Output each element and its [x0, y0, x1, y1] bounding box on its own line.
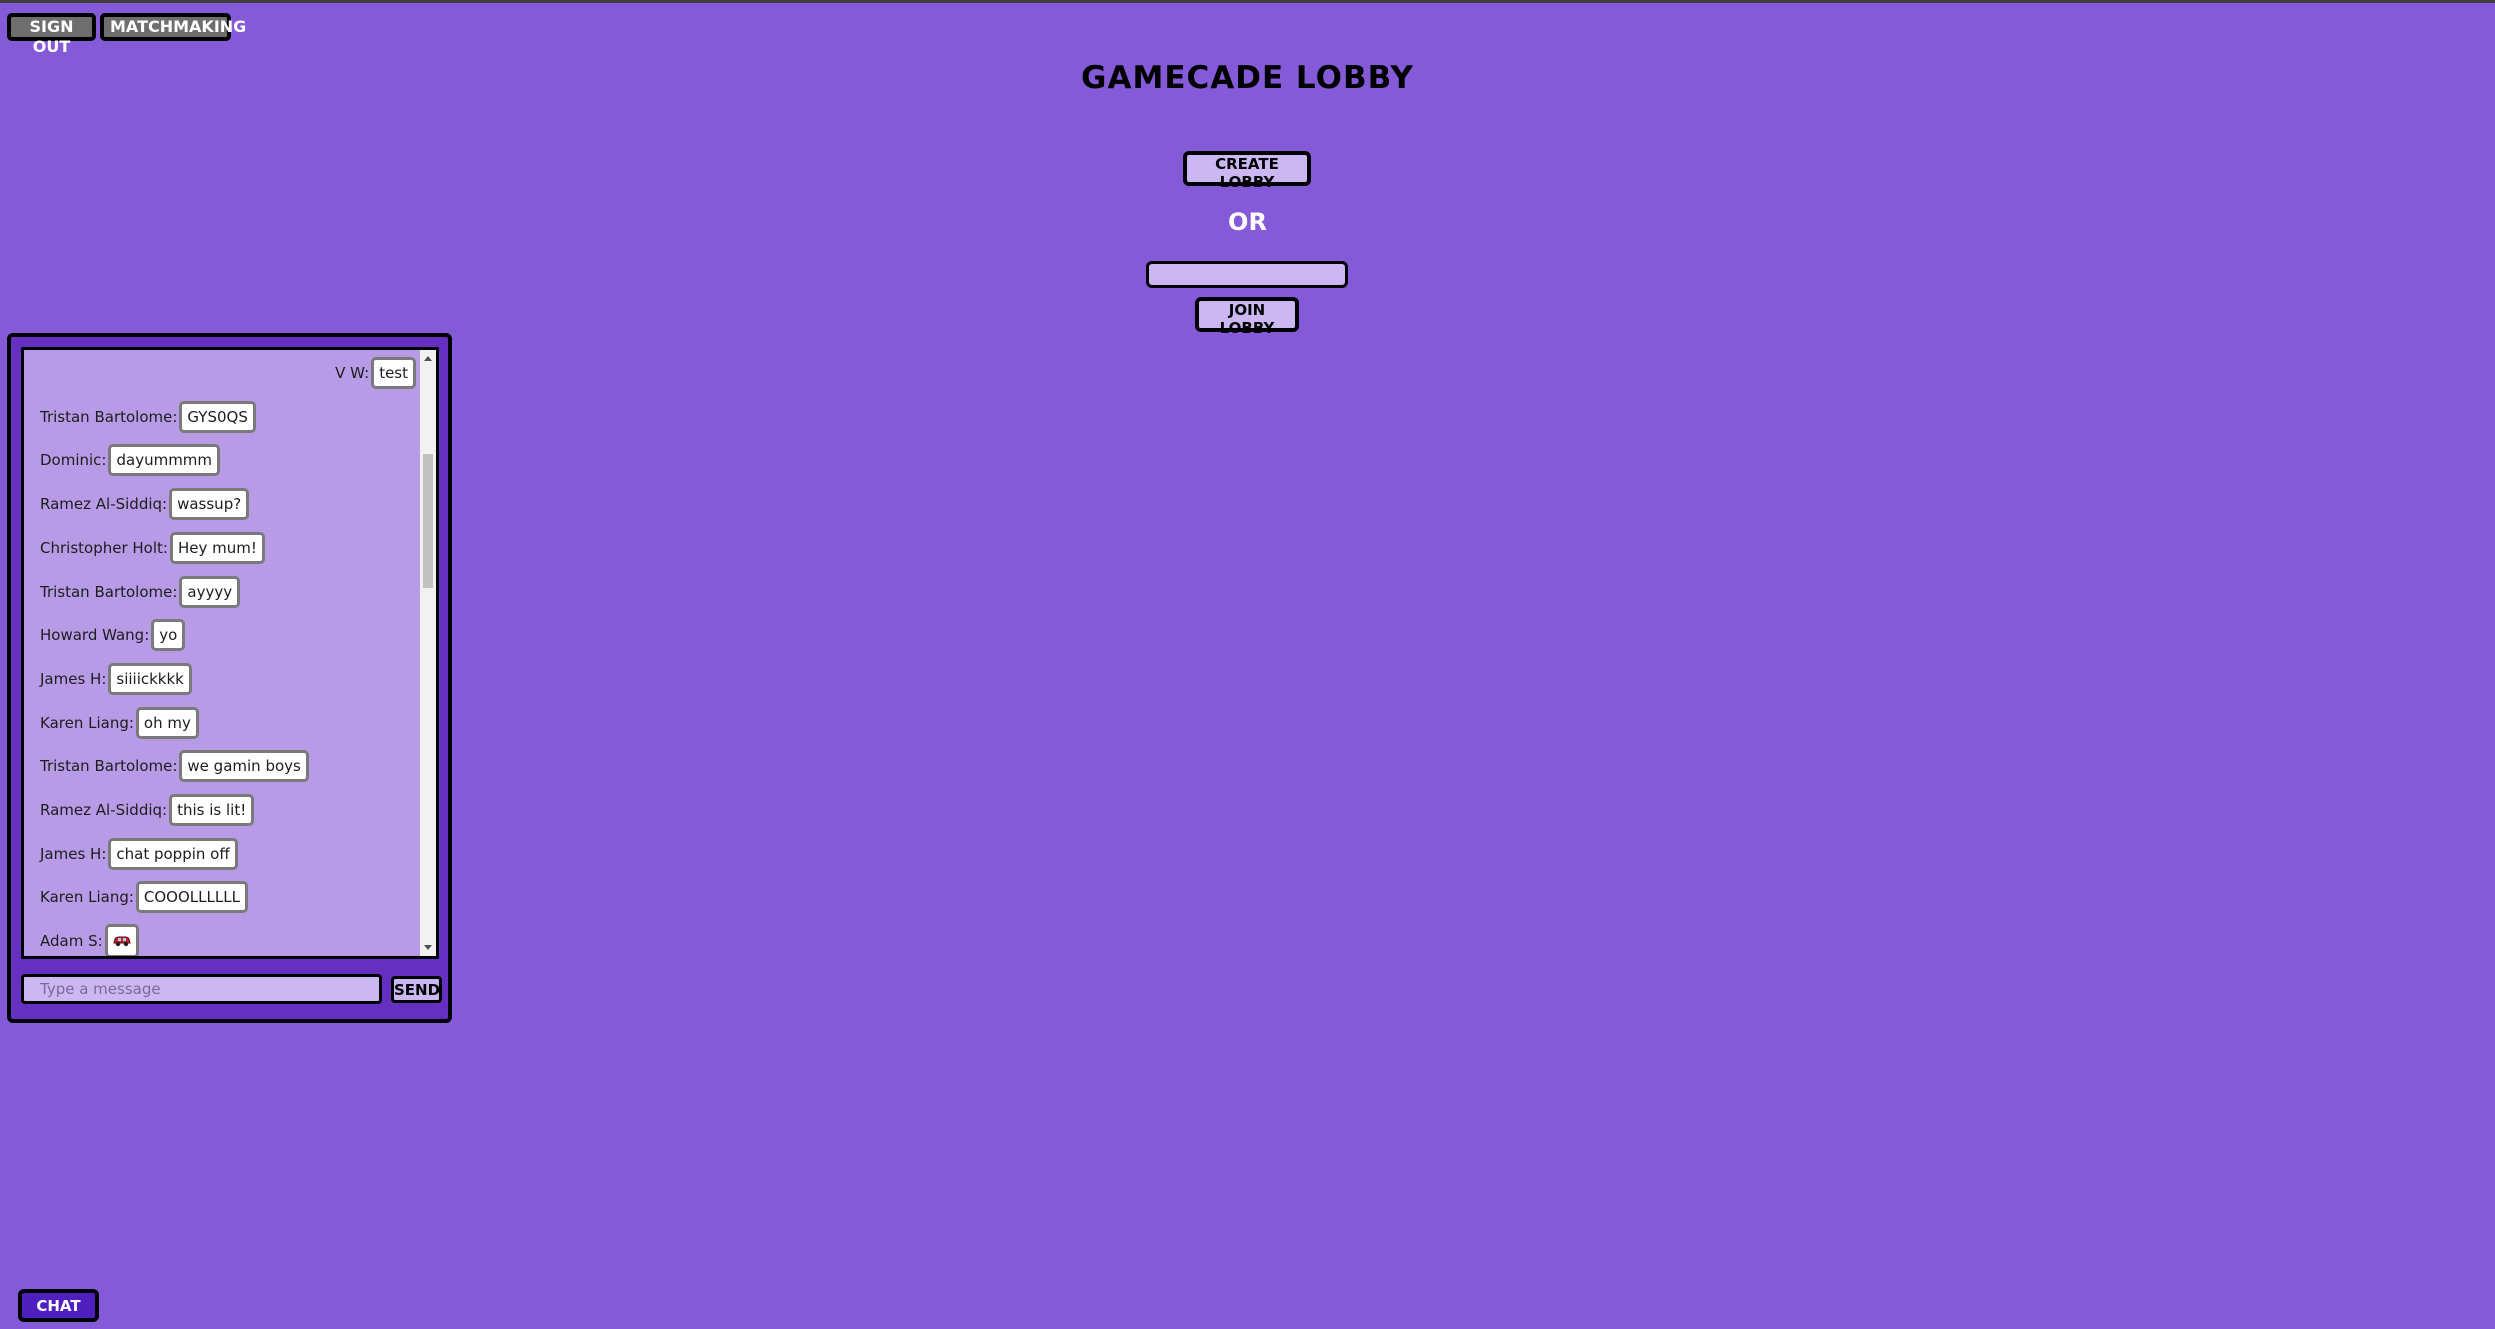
chat-message-text: oh my — [135, 706, 199, 739]
page-title: GAMECADE LOBBY — [1081, 60, 1414, 96]
chat-message-text: we gamin boys — [179, 750, 309, 783]
chat-message-author: Karen Liang: — [40, 888, 134, 907]
chat-message-emoji — [104, 924, 139, 956]
chat-message-text: test — [371, 357, 416, 389]
chat-message-text: siiiickkkk — [108, 662, 192, 695]
chat-message-row: Tristan Bartolome: GYS0QS — [40, 400, 256, 434]
create-lobby-button[interactable]: CREATE LOBBY — [1183, 151, 1311, 191]
chat-panel: V W: test Tristan Bartolome: GYS0QS Dominic:… — [7, 333, 452, 1023]
chat-message-author: Howard Wang: — [40, 626, 150, 645]
chat-message-author: Tristan Bartolome: — [40, 407, 178, 426]
chat-message-author: Dominic: — [40, 451, 107, 470]
chat-message-row: V W: test — [335, 356, 416, 390]
chat-message-text: Hey mum! — [169, 531, 265, 564]
chat-message-author: Ramez Al-Siddiq: — [40, 801, 168, 819]
send-button[interactable]: SEND — [391, 976, 442, 1003]
sign-out-button[interactable]: SIGN OUT — [7, 13, 96, 56]
chat-message-row: Karen Liang: COOOLLLLLL — [40, 880, 248, 914]
chat-message-row: Ramez Al-Siddiq: wassup? — [40, 487, 250, 521]
chat-message-row: Tristan Bartolome: we gamin boys — [40, 749, 309, 783]
matchmaking-button[interactable]: MATCHMAKING — [100, 13, 246, 41]
join-lobby-button[interactable]: JOIN LOBBY — [1195, 297, 1299, 337]
chat-message-text: ayyyy — [179, 575, 241, 608]
chat-message-text: dayummmm — [108, 444, 221, 477]
chat-scrollbar[interactable] — [420, 350, 436, 956]
scroll-up-arrow-icon[interactable] — [424, 356, 432, 361]
lobby-code-input[interactable] — [1146, 261, 1348, 288]
chat-message-author: Tristan Bartolome: — [40, 582, 178, 601]
chat-message-row: Karen Liang: oh my — [40, 706, 199, 740]
chat-message-text: COOOLLLLLL — [135, 881, 248, 914]
chat-message-author: Christopher Holt: — [40, 538, 168, 557]
chat-message-list[interactable]: V W: test Tristan Bartolome: GYS0QS Dominic:… — [21, 347, 439, 959]
chat-message-author: James H: — [40, 844, 107, 863]
chat-message-author: Adam S: — [40, 932, 103, 951]
chat-message-row: Tristan Bartolome: ayyyy — [40, 575, 241, 609]
scroll-thumb[interactable] — [423, 454, 433, 588]
chat-message-author: James H: — [40, 669, 107, 688]
chat-message-text: wassup? — [169, 488, 250, 521]
chat-message-row: Howard Wang: yo — [40, 618, 186, 652]
chat-message-text: chat poppin off — [108, 837, 238, 870]
top-border — [0, 0, 2495, 3]
red-car-emoji-icon — [113, 936, 131, 947]
chat-message-row: James H: chat poppin off — [40, 837, 238, 871]
chat-message-text: this is lit! — [169, 794, 255, 826]
chat-message-text: GYS0QS — [179, 400, 256, 433]
chat-message-row: James H: siiiickkkk — [40, 662, 192, 696]
chat-message-author: Tristan Bartolome: — [40, 757, 178, 776]
chat-message-input[interactable] — [21, 974, 382, 1004]
chat-message-author: Ramez Al-Siddiq: — [40, 495, 168, 514]
chat-toggle-button[interactable]: CHAT — [18, 1289, 99, 1322]
chat-message-container: V W: test Tristan Bartolome: GYS0QS Dominic:… — [24, 350, 422, 956]
chat-message-author: V W: — [335, 364, 370, 382]
chat-message-row: Ramez Al-Siddiq: this is lit! — [40, 793, 255, 827]
chat-message-row: Adam S: — [40, 924, 139, 956]
scroll-down-arrow-icon[interactable] — [424, 945, 432, 950]
chat-message-row: Christopher Holt: Hey mum! — [40, 531, 265, 565]
chat-message-author: Karen Liang: — [40, 713, 134, 732]
or-divider-label: OR — [1228, 208, 1267, 236]
chat-message-row: Dominic: dayummmm — [40, 443, 221, 477]
chat-message-text: yo — [151, 619, 186, 652]
